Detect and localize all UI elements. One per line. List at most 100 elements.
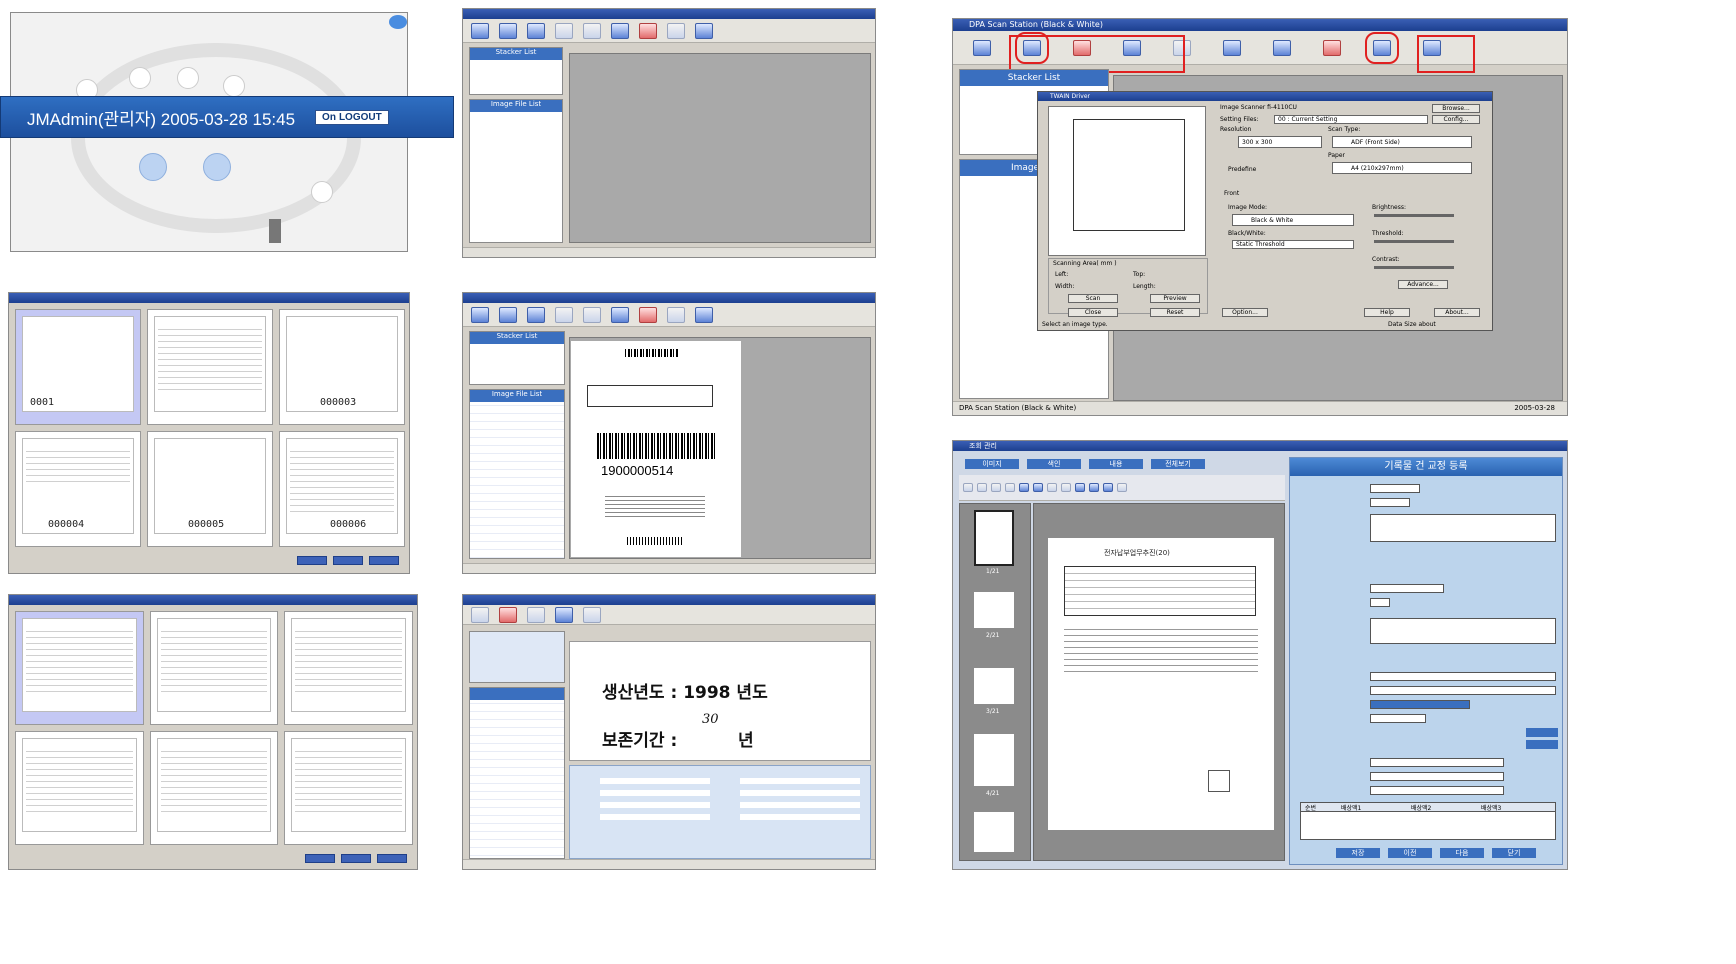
thumbnail[interactable] [149, 611, 279, 725]
save-button[interactable]: 저장 [1336, 848, 1380, 858]
settings-icon[interactable] [667, 22, 685, 39]
help-button[interactable]: Help [1364, 308, 1410, 317]
threshold-slider[interactable] [1374, 240, 1454, 243]
thumbnail[interactable]: 000006 [279, 431, 405, 547]
browse-button[interactable]: Browse... [1432, 104, 1480, 113]
new-scan-icon[interactable] [973, 39, 991, 56]
page-thumbnail[interactable] [974, 812, 1014, 852]
environment-settings-icon[interactable] [1365, 31, 1399, 64]
prev-button[interactable]: 이전 [1388, 848, 1432, 858]
about-button[interactable]: About... [1434, 308, 1480, 317]
upload-icon[interactable] [611, 306, 629, 323]
add-scan-icon[interactable] [499, 306, 517, 323]
stacker-list-pane[interactable]: Stacker List [469, 331, 565, 385]
rotate-icon[interactable] [555, 22, 573, 39]
stacker-list-pane[interactable]: Stacker List [469, 47, 563, 95]
thumbnail[interactable]: 000005 [147, 431, 273, 547]
setting-files-select[interactable]: 00 : Current Setting [1274, 115, 1428, 124]
logout-button[interactable]: On LOGOUT [315, 109, 389, 125]
image-check-icon[interactable] [1223, 39, 1241, 56]
close-button[interactable]: Close [1068, 308, 1118, 317]
paper-select[interactable]: A4 (210x297mm) [1332, 162, 1472, 174]
tool-icon[interactable] [977, 483, 987, 492]
thumbnail[interactable]: 0001 [15, 309, 141, 425]
tool-icon[interactable] [1047, 483, 1057, 492]
exit-icon[interactable] [695, 22, 713, 39]
preview-button[interactable]: Preview [1150, 294, 1200, 303]
page-thumbnail[interactable] [974, 734, 1014, 786]
exit-icon[interactable] [695, 306, 713, 323]
thumbnail[interactable] [149, 731, 279, 845]
title-field[interactable] [1370, 514, 1556, 542]
image-list-pane[interactable]: Image File List [469, 389, 565, 559]
search-pane[interactable] [469, 631, 565, 683]
black-white-select[interactable]: Static Threshold [1232, 240, 1354, 249]
delete-icon[interactable] [639, 22, 657, 39]
tool-icon[interactable] [963, 483, 973, 492]
resolution-select[interactable]: 300 x 300 [1238, 136, 1322, 148]
upload-icon[interactable] [611, 22, 629, 39]
rotate-icon[interactable] [555, 306, 573, 323]
grid-button[interactable] [305, 854, 335, 863]
predefine-checkbox[interactable]: Predefine [1228, 166, 1256, 173]
nav-icon[interactable] [1103, 483, 1113, 492]
detail-table[interactable]: 순번 배상액1 배상액2 배상액3 [1300, 802, 1556, 840]
page-thumbnail[interactable] [974, 510, 1014, 566]
delete-page-icon[interactable] [583, 306, 601, 323]
option-button[interactable]: Option... [1222, 308, 1268, 317]
nav-icon[interactable] [1075, 483, 1085, 492]
tool-icon[interactable] [991, 483, 1001, 492]
delete-icon[interactable] [1323, 39, 1341, 56]
thumbnail[interactable]: 000004 [15, 431, 141, 547]
page-thumbnail[interactable] [974, 668, 1014, 704]
grid-button[interactable] [369, 556, 399, 565]
advance-button[interactable]: Advance... [1398, 280, 1448, 289]
insert-scan-icon[interactable] [527, 306, 545, 323]
category-select[interactable] [1370, 700, 1470, 709]
brightness-slider[interactable] [1374, 214, 1454, 217]
next-button[interactable]: 다음 [1440, 848, 1484, 858]
scan-icon[interactable] [471, 22, 489, 39]
thumbnail[interactable] [15, 611, 144, 725]
tab-content[interactable]: 내용 [1089, 459, 1143, 469]
grid-button[interactable] [377, 854, 407, 863]
record-list-pane[interactable] [469, 687, 565, 859]
thumbnail[interactable] [147, 309, 273, 425]
tab-image[interactable]: 이미지 [965, 459, 1019, 469]
scan-icon[interactable] [471, 306, 489, 323]
settings-icon[interactable] [667, 306, 685, 323]
side-button[interactable] [1526, 728, 1558, 737]
insert-scan-icon[interactable] [527, 22, 545, 39]
delete-icon[interactable] [499, 606, 517, 623]
help-icon[interactable] [1117, 483, 1127, 492]
tab-index[interactable]: 색인 [1027, 459, 1081, 469]
delete-page-icon[interactable] [583, 22, 601, 39]
config-button[interactable]: Config... [1432, 115, 1480, 124]
tool-icon[interactable] [1005, 483, 1015, 492]
close-button[interactable]: 닫기 [1492, 848, 1536, 858]
reset-button[interactable]: Reset [1150, 308, 1200, 317]
print-icon[interactable] [583, 606, 601, 623]
thumbnail[interactable]: 000003 [279, 309, 405, 425]
transfer-icon[interactable] [1273, 39, 1291, 56]
image-list-pane[interactable]: Image File List [469, 99, 563, 243]
zoom-icon[interactable] [1019, 483, 1029, 492]
page-thumbnail[interactable] [974, 592, 1014, 628]
delete-icon[interactable] [639, 306, 657, 323]
nav-icon[interactable] [1089, 483, 1099, 492]
grid-button[interactable] [297, 556, 327, 565]
save-icon[interactable] [555, 606, 573, 623]
add-scan-icon[interactable] [499, 22, 517, 39]
thumbnail[interactable] [15, 731, 144, 845]
tab-view-all[interactable]: 전체보기 [1151, 459, 1205, 469]
tool-icon[interactable] [1061, 483, 1071, 492]
thumbnail[interactable] [284, 731, 413, 845]
thumbnail[interactable] [284, 611, 413, 725]
grid-button[interactable] [333, 556, 363, 565]
image-mode-select[interactable]: Black & White [1232, 214, 1354, 226]
page-strip[interactable]: 1/21 2/21 3/21 4/21 [959, 503, 1031, 861]
memo-field[interactable] [1370, 618, 1556, 644]
grid-button[interactable] [341, 854, 371, 863]
zoom-icon[interactable] [1033, 483, 1043, 492]
side-button[interactable] [1526, 740, 1558, 749]
